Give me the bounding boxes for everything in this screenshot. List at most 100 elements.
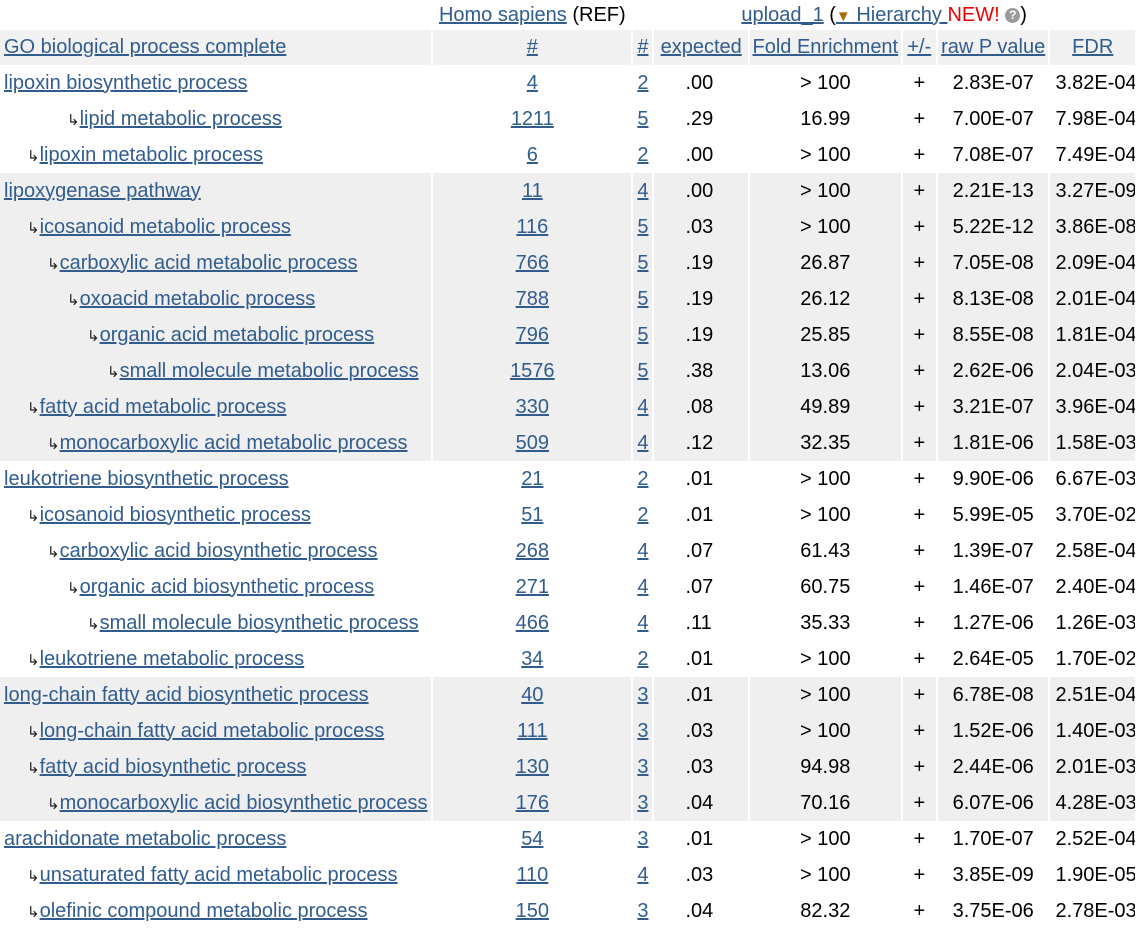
ref-count-link[interactable]: 176 <box>516 792 549 814</box>
gene-count-link[interactable]: 3 <box>637 828 648 850</box>
ref-count-link[interactable]: 116 <box>516 216 548 238</box>
ref-count-link[interactable]: 271 <box>516 576 549 598</box>
gene-count-link[interactable]: 4 <box>637 396 648 418</box>
gene-count-link[interactable]: 5 <box>637 288 648 310</box>
ref-count-link[interactable]: 110 <box>516 864 548 886</box>
go-term-link[interactable]: lipoxygenase pathway <box>4 180 201 202</box>
term-cell: ↳small molecule biosynthetic process <box>0 605 432 641</box>
ref-count-link[interactable]: 509 <box>516 432 549 454</box>
go-term-link[interactable]: arachidonate metabolic process <box>4 828 286 850</box>
gene-count-link[interactable]: 3 <box>637 684 648 706</box>
go-term-link[interactable]: lipid metabolic process <box>80 108 282 130</box>
sort-by-count-link[interactable]: # <box>637 36 648 58</box>
gene-count-link[interactable]: 5 <box>637 252 648 274</box>
go-term-link[interactable]: organic acid metabolic process <box>100 324 375 346</box>
child-arrow-icon: ↳ <box>27 651 40 669</box>
sort-by-ref-count-link[interactable]: # <box>527 36 538 58</box>
fdr-cell: 1.90E-05 <box>1050 857 1135 893</box>
ref-species-link[interactable]: Homo sapiens <box>439 4 567 26</box>
sort-by-pvalue-link[interactable]: raw P value <box>941 36 1045 58</box>
ref-count-link[interactable]: 51 <box>521 504 543 526</box>
gene-count-link[interactable]: 4 <box>637 432 648 454</box>
gene-count-link[interactable]: 5 <box>637 216 648 238</box>
ref-count-link[interactable]: 1576 <box>510 360 555 382</box>
sort-by-name-link[interactable]: GO biological process complete <box>4 36 286 58</box>
fold-enrichment-cell: 16.99 <box>749 101 901 137</box>
go-term-link[interactable]: leukotriene biosynthetic process <box>4 468 289 490</box>
go-term-link[interactable]: long-chain fatty acid metabolic process <box>40 720 385 742</box>
go-term-link[interactable]: leukotriene metabolic process <box>40 648 305 670</box>
ref-count-link[interactable]: 796 <box>516 324 549 346</box>
go-term-link[interactable]: lipoxin metabolic process <box>40 144 263 166</box>
expected-cell: .00 <box>654 173 748 209</box>
ref-count-link[interactable]: 40 <box>521 684 543 706</box>
gene-count-link[interactable]: 2 <box>637 504 648 526</box>
child-arrow-icon: ↳ <box>67 291 80 309</box>
gene-count-link[interactable]: 3 <box>637 756 648 778</box>
ref-count-link[interactable]: 54 <box>521 828 543 850</box>
go-term-link[interactable]: icosanoid biosynthetic process <box>40 504 311 526</box>
gene-count-link[interactable]: 4 <box>637 612 648 634</box>
go-term-link[interactable]: carboxylic acid metabolic process <box>60 252 358 274</box>
gene-count-link[interactable]: 2 <box>637 468 648 490</box>
pvalue-cell: 2.62E-06 <box>937 353 1049 389</box>
ref-count-link[interactable]: 34 <box>521 648 543 670</box>
count-cell: 5 <box>633 281 653 317</box>
go-term-link[interactable]: icosanoid metabolic process <box>40 216 291 238</box>
ref-count-link[interactable]: 766 <box>516 252 549 274</box>
direction-cell: + <box>902 605 936 641</box>
gene-count-link[interactable]: 5 <box>637 324 648 346</box>
term-cell: ↳lipid metabolic process <box>0 101 432 137</box>
help-icon[interactable]: ? <box>1005 7 1021 23</box>
gene-count-link[interactable]: 4 <box>637 576 648 598</box>
child-arrow-icon: ↳ <box>47 255 60 273</box>
ref-count-link[interactable]: 130 <box>516 756 549 778</box>
ref-count-link[interactable]: 21 <box>521 468 543 490</box>
ref-count-link[interactable]: 111 <box>517 720 547 742</box>
ref-count-link[interactable]: 11 <box>522 180 543 202</box>
ref-count-link[interactable]: 268 <box>516 540 549 562</box>
ref-count-link[interactable]: 788 <box>516 288 549 310</box>
go-term-link[interactable]: monocarboxylic acid metabolic process <box>60 432 408 454</box>
fold-enrichment-cell: 26.12 <box>749 281 901 317</box>
gene-count-link[interactable]: 4 <box>637 864 648 886</box>
go-term-link[interactable]: small molecule metabolic process <box>120 360 419 382</box>
ref-count-link[interactable]: 4 <box>527 72 538 94</box>
gene-count-link[interactable]: 4 <box>637 180 648 202</box>
gene-count-link[interactable]: 5 <box>637 108 648 130</box>
gene-count-link[interactable]: 5 <box>637 360 648 382</box>
gene-count-link[interactable]: 3 <box>637 900 648 922</box>
gene-count-link[interactable]: 2 <box>637 144 648 166</box>
gene-count-link[interactable]: 2 <box>637 648 648 670</box>
gene-count-link[interactable]: 3 <box>637 720 648 742</box>
go-term-link[interactable]: monocarboxylic acid biosynthetic process <box>60 792 428 814</box>
upload-link[interactable]: upload_1 <box>741 4 823 26</box>
term-cell: ↳monocarboxylic acid metabolic process <box>0 425 432 461</box>
hierarchy-toggle[interactable]: ▼ Hierarchy <box>836 4 948 26</box>
go-term-link[interactable]: olefinic compound metabolic process <box>40 900 368 922</box>
ref-count-link[interactable]: 6 <box>527 144 538 166</box>
go-term-link[interactable]: long-chain fatty acid biosynthetic proce… <box>4 684 369 706</box>
go-term-link[interactable]: unsaturated fatty acid metabolic process <box>40 864 398 886</box>
ref-count-link[interactable]: 466 <box>516 612 549 634</box>
direction-cell: + <box>902 137 936 173</box>
go-term-link[interactable]: fatty acid biosynthetic process <box>40 756 307 778</box>
sort-by-expected-link[interactable]: expected <box>661 36 742 58</box>
ref-count-link[interactable]: 150 <box>516 900 549 922</box>
gene-count-link[interactable]: 3 <box>637 792 648 814</box>
go-term-link[interactable]: carboxylic acid biosynthetic process <box>60 540 378 562</box>
ref-count-link[interactable]: 330 <box>516 396 549 418</box>
gene-count-link[interactable]: 4 <box>637 540 648 562</box>
sort-by-fold-link[interactable]: Fold Enrichment <box>753 36 899 58</box>
go-term-link[interactable]: lipoxin biosynthetic process <box>4 72 247 94</box>
sort-by-fdr-link[interactable]: FDR <box>1072 36 1113 58</box>
fdr-cell: 7.98E-04 <box>1050 101 1135 137</box>
gene-count-link[interactable]: 2 <box>637 72 648 94</box>
go-term-link[interactable]: small molecule biosynthetic process <box>100 612 419 634</box>
go-term-link[interactable]: organic acid biosynthetic process <box>80 576 375 598</box>
direction-cell: + <box>902 389 936 425</box>
ref-count-link[interactable]: 1211 <box>511 108 554 130</box>
go-term-link[interactable]: fatty acid metabolic process <box>40 396 287 418</box>
go-term-link[interactable]: oxoacid metabolic process <box>80 288 316 310</box>
sort-by-direction-link[interactable]: +/- <box>907 36 931 58</box>
